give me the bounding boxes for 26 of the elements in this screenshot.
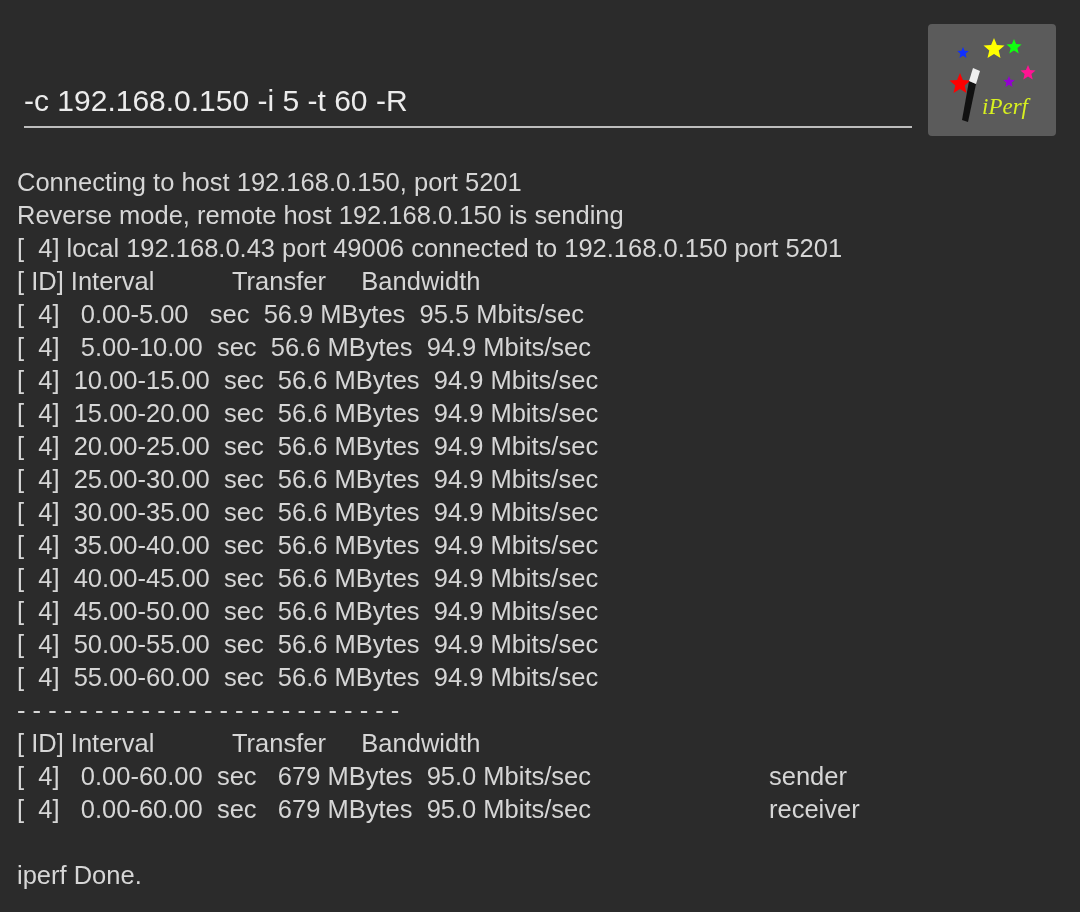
command-field[interactable]: -c 192.168.0.150 -i 5 -t 60 -R	[24, 78, 912, 128]
output-line: [ 4] local 192.168.0.43 port 49006 connected to 192.168.0.150 port 5201	[17, 233, 843, 264]
output-line: [ 4] 30.00-35.00 sec 56.6 MBytes 94.9 Mbits/sec	[17, 497, 599, 528]
output-line: [ 4] 25.00-30.00 sec 56.6 MBytes 94.9 Mbits/sec	[17, 464, 599, 495]
logo-button[interactable]: iPerf	[928, 24, 1056, 136]
output-line: [ 4] 5.00-10.00 sec 56.6 MBytes 94.9 Mbits/sec	[17, 332, 592, 363]
output-line: [ 4] 20.00-25.00 sec 56.6 MBytes 94.9 Mbits/sec	[17, 431, 599, 462]
output-line: [ 4] 0.00-5.00 sec 56.9 MBytes 95.5 Mbits/sec	[17, 299, 584, 330]
output-line: - - - - - - - - - - - - - - - - - - - - - - - - -	[17, 695, 400, 726]
output-line: Reverse mode, remote host 192.168.0.150 is sending	[17, 200, 624, 231]
role-label: sender	[769, 761, 847, 792]
output-line: [ 4] 45.00-50.00 sec 56.6 MBytes 94.9 Mbits/sec	[17, 596, 599, 627]
status-line: iperf Done.	[17, 860, 142, 891]
output-line: [ 4] 55.00-60.00 sec 56.6 MBytes 94.9 Mbits/sec	[17, 662, 599, 693]
output-line: [ 4] 15.00-20.00 sec 56.6 MBytes 94.9 Mbits/sec	[17, 398, 599, 429]
output-line: Connecting to host 192.168.0.150, port 5201	[17, 167, 522, 198]
output-line: [ 4] 35.00-40.00 sec 56.6 MBytes 94.9 Mbits/sec	[17, 530, 599, 561]
output-line: [ ID] Interval Transfer Bandwidth	[17, 728, 481, 759]
output-line: [ ID] Interval Transfer Bandwidth	[17, 266, 481, 297]
output-line: [ 4] 50.00-55.00 sec 56.6 MBytes 94.9 Mbits/sec	[17, 629, 599, 660]
role-label: receiver	[769, 794, 860, 825]
output-line: [ 4] 0.00-60.00 sec 679 MBytes 95.0 Mbits/sec	[17, 794, 592, 825]
output-line: [ 4] 40.00-45.00 sec 56.6 MBytes 94.9 Mbits/sec	[17, 563, 599, 594]
output-line: [ 4] 10.00-15.00 sec 56.6 MBytes 94.9 Mbits/sec	[17, 365, 599, 396]
output-line: [ 4] 0.00-60.00 sec 679 MBytes 95.0 Mbits/sec	[17, 761, 592, 792]
magic-wand-stars-icon	[949, 38, 1036, 122]
